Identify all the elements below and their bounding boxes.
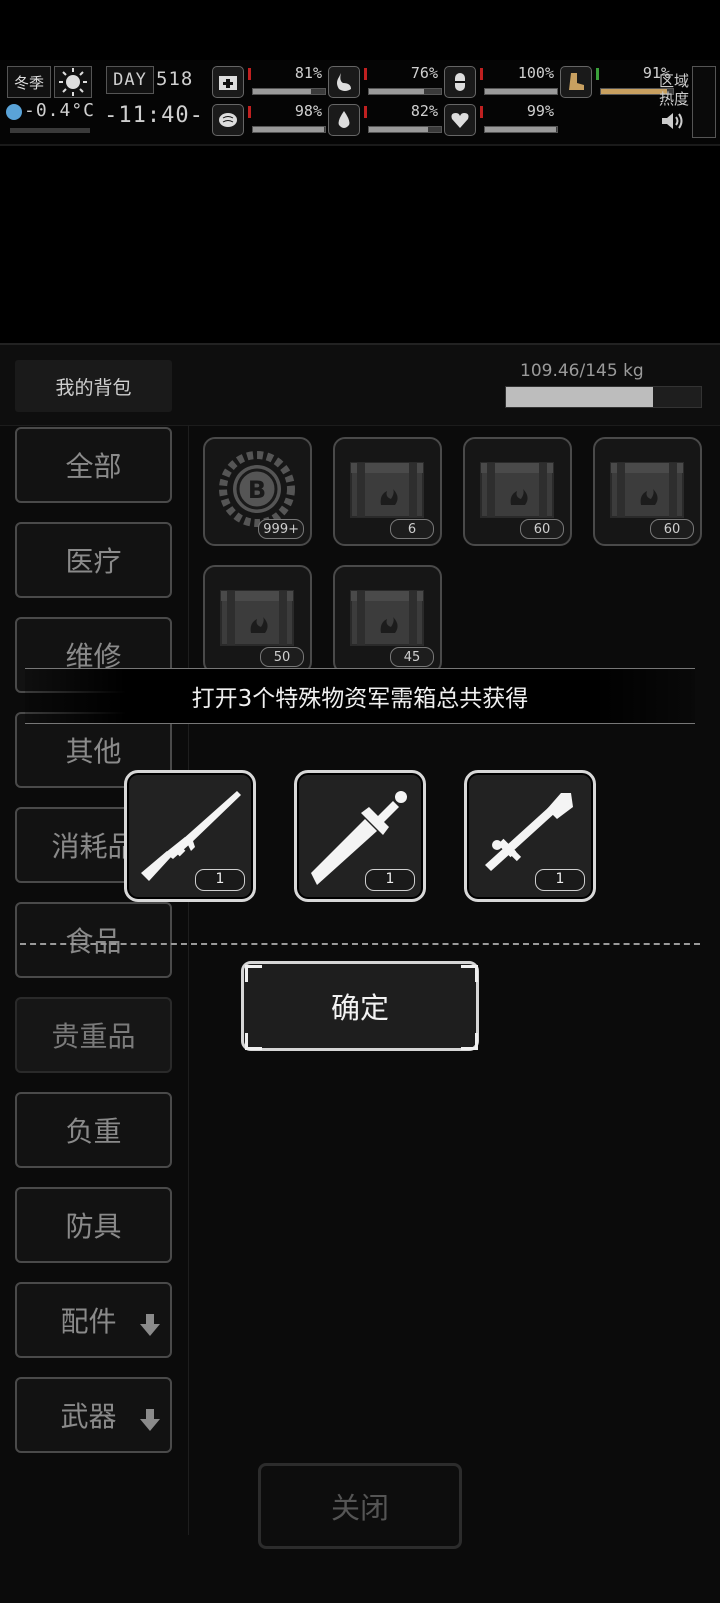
- reward-slot-rocket-launcher[interactable]: 1: [464, 770, 596, 902]
- stamina-value: 100%: [517, 64, 554, 82]
- category-label: 其他: [65, 735, 122, 768]
- confirm-button[interactable]: 确定: [241, 961, 479, 1051]
- reward-count: 1: [365, 869, 415, 891]
- weight-bar-fill: [506, 387, 654, 407]
- weight-bar: [505, 386, 702, 408]
- hunger-bar-fill: [369, 89, 424, 94]
- mood-bar-fill: [253, 127, 324, 132]
- health-bar: [252, 88, 326, 95]
- item-count: 999+: [258, 519, 304, 539]
- item-count: 45: [390, 647, 434, 667]
- thirst-bar-fill: [369, 127, 429, 132]
- inventory-slot[interactable]: B 999+: [203, 437, 312, 546]
- region-heat-label: 区域热度: [658, 72, 689, 108]
- stomach-icon: [328, 66, 360, 98]
- category-label: 防具: [65, 1210, 122, 1243]
- health-value: 81%: [294, 64, 322, 82]
- stamina-bar-fill: [485, 89, 557, 94]
- confirm-corner: [461, 965, 478, 982]
- category-weapon[interactable]: 武器: [15, 1377, 172, 1453]
- weight-readout: 109.46/145 kg: [520, 361, 644, 381]
- item-count: 50: [260, 647, 304, 667]
- divider-line: [20, 943, 700, 945]
- inventory-slot[interactable]: 60: [463, 437, 572, 546]
- medkit-icon: [212, 66, 244, 98]
- category-all[interactable]: 全部: [15, 427, 172, 503]
- thirst-value: 82%: [410, 102, 438, 120]
- thirst-bar: [368, 126, 442, 133]
- inventory-slot[interactable]: 45: [333, 565, 442, 674]
- confirm-corner: [245, 1033, 262, 1050]
- season-label: 冬季: [7, 66, 51, 98]
- category-attachment[interactable]: 配件: [15, 1282, 172, 1358]
- sun-icon: [54, 66, 92, 98]
- backpack-title: 我的背包: [15, 360, 172, 412]
- heart-icon: [444, 104, 476, 136]
- brain-icon: [212, 104, 244, 136]
- category-label: 全部: [65, 450, 122, 483]
- category-label: 消耗品: [51, 830, 136, 863]
- heart-value: 99%: [526, 102, 554, 120]
- confirm-corner: [461, 1033, 478, 1050]
- category-sidebar: 全部 医疗 维修 其他 消耗品 食品 贵重品 负重 防具 配件 武器: [0, 425, 189, 1535]
- category-label: 武器: [60, 1400, 117, 1433]
- category-armor[interactable]: 防具: [15, 1187, 172, 1263]
- category-valuable[interactable]: 贵重品: [15, 997, 172, 1073]
- item-count: 60: [520, 519, 564, 539]
- reward-message: 打开3个特殊物资军需箱总共获得: [25, 668, 695, 724]
- water-drop-icon: [328, 104, 360, 136]
- status-hud: 冬季 -0.4°C DAY 518 -11:40- 81% 76% 100% 98% 8…: [0, 60, 720, 146]
- category-label: 配件: [60, 1305, 117, 1338]
- reward-count: 1: [195, 869, 245, 891]
- inventory-slot[interactable]: 60: [593, 437, 702, 546]
- health-bar-fill: [253, 89, 312, 94]
- arrow-down-icon: [140, 1405, 160, 1438]
- category-load[interactable]: 负重: [15, 1092, 172, 1168]
- category-label: 食品: [65, 925, 122, 958]
- reward-count: 1: [535, 869, 585, 891]
- cold-indicator-icon: [6, 104, 22, 120]
- speaker-icon[interactable]: [660, 110, 686, 132]
- day-number: 518: [156, 68, 194, 90]
- item-count: 60: [650, 519, 694, 539]
- region-heat-meter: [692, 66, 716, 138]
- category-food[interactable]: 食品: [15, 902, 172, 978]
- hunger-bar: [368, 88, 442, 95]
- svg-text:B: B: [248, 476, 266, 504]
- reward-slot-rifle[interactable]: 1: [124, 770, 256, 902]
- category-label: 贵重品: [51, 1020, 136, 1053]
- item-count: 6: [390, 519, 434, 539]
- hunger-value: 76%: [410, 64, 438, 82]
- category-label: 医疗: [65, 545, 122, 578]
- pill-icon: [444, 66, 476, 98]
- close-button[interactable]: 关闭: [258, 1463, 462, 1549]
- reward-slot-sword[interactable]: 1: [294, 770, 426, 902]
- category-label: 负重: [65, 1115, 122, 1148]
- heart-bar-fill: [485, 127, 557, 132]
- inventory-slot[interactable]: 50: [203, 565, 312, 674]
- heart-bar: [484, 126, 558, 133]
- temperature-bar: [10, 128, 90, 133]
- arrow-down-icon: [140, 1310, 160, 1343]
- category-medical[interactable]: 医疗: [15, 522, 172, 598]
- temperature: -0.4°C: [24, 100, 96, 121]
- stamina-bar: [484, 88, 558, 95]
- mood-bar: [252, 126, 326, 133]
- confirm-corner: [245, 965, 262, 982]
- day-label: DAY: [106, 66, 154, 94]
- clock-time: -11:40-: [104, 103, 204, 128]
- boot-icon: [560, 66, 592, 98]
- backpack-titlebar: 我的背包 109.46/145 kg: [0, 345, 720, 426]
- mood-value: 98%: [294, 102, 322, 120]
- inventory-slot[interactable]: 6: [333, 437, 442, 546]
